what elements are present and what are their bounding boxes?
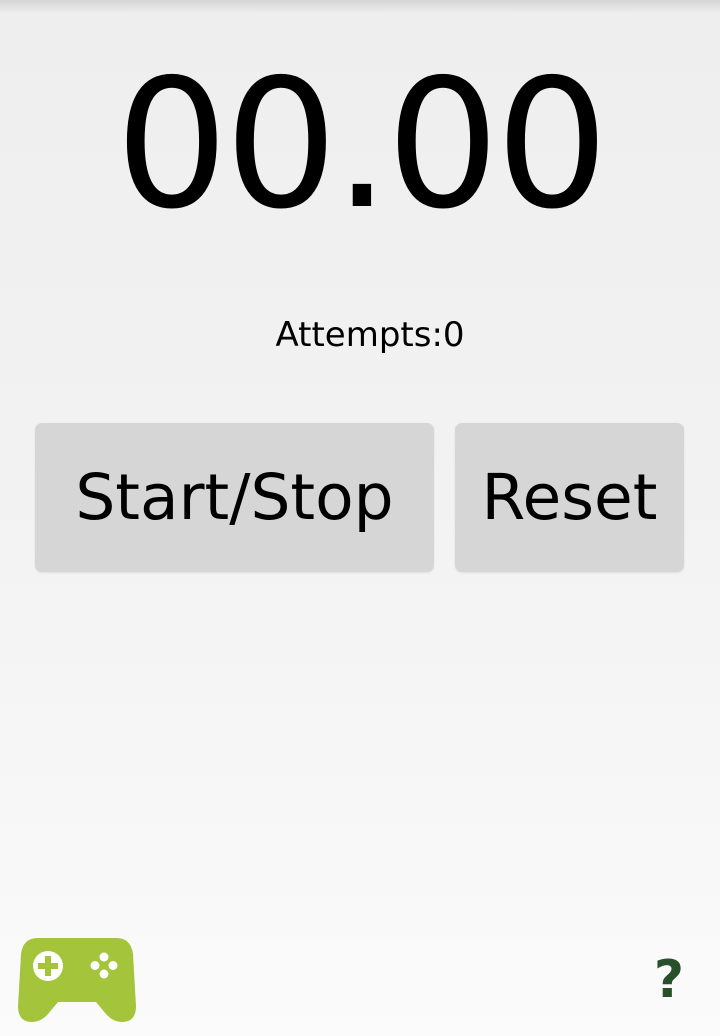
help-button[interactable]: ?: [644, 948, 694, 1012]
timer-display: 00.00: [115, 41, 609, 248]
start-stop-label: Start/Stop: [75, 461, 394, 534]
reset-button[interactable]: Reset: [455, 423, 684, 572]
attempts-counter: Attempts:0: [275, 315, 465, 355]
gamepad-icon-graphic: [18, 938, 136, 1022]
reset-label: Reset: [481, 461, 658, 534]
status-bar-shadow: [0, 0, 720, 14]
start-stop-button[interactable]: Start/Stop: [35, 423, 434, 572]
gamepad-icon[interactable]: [18, 936, 136, 1022]
